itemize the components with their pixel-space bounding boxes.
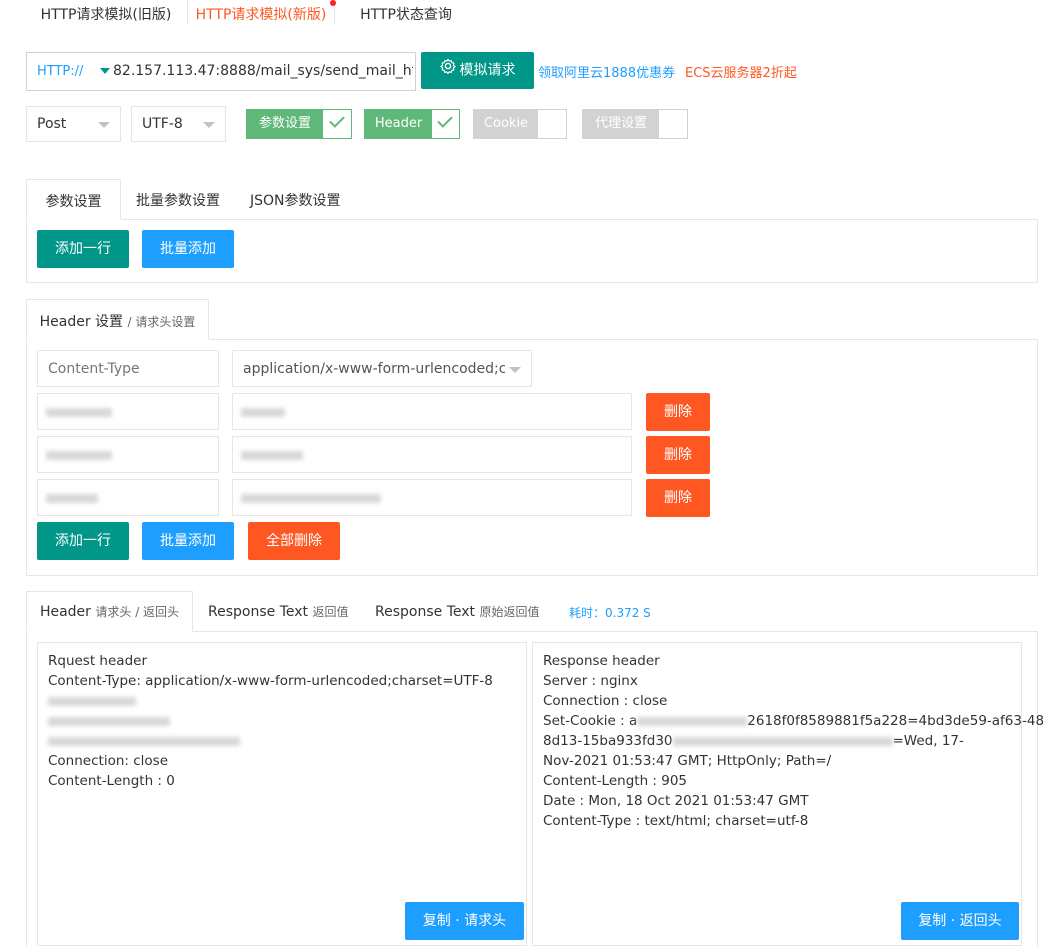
tab-raw-response-title: Response Text bbox=[375, 604, 476, 620]
aliyun-coupon-link[interactable]: 领取阿里云1888优惠券 bbox=[538, 62, 675, 81]
params-batch-add-button[interactable]: 批量添加 bbox=[142, 230, 234, 268]
request-header-box: Rquest header Content-Type: application/… bbox=[37, 642, 527, 946]
tab-headers[interactable]: Header 请求头 / 返回头 bbox=[26, 591, 193, 632]
delete-row-button[interactable]: 删除 bbox=[646, 479, 710, 517]
tab-params[interactable]: 参数设置 bbox=[26, 179, 121, 220]
header-key-input[interactable] bbox=[37, 479, 219, 516]
method-value: Post bbox=[37, 116, 67, 132]
set-cookie-line2-start: 8d13-15ba933fd30 bbox=[543, 733, 673, 749]
url-input[interactable]: 82.157.113.47:8888/mail_sys/send_mail_ht… bbox=[113, 63, 413, 79]
header-value-text: application/x-www-form-urlencoded;chars bbox=[243, 361, 505, 377]
chevron-down-icon bbox=[203, 122, 215, 128]
header-tab-subtitle: / 请求头设置 bbox=[127, 315, 196, 329]
request-header-title: Rquest header bbox=[48, 653, 147, 669]
tab-headers-title: Header bbox=[39, 604, 91, 620]
header-tab-title: Header 设置 bbox=[39, 314, 124, 330]
header-add-row-button[interactable]: 添加一行 bbox=[37, 522, 129, 560]
simulate-request-label: 模拟请求 bbox=[459, 62, 516, 79]
tab-headers-sub: 请求头 / 返回头 bbox=[95, 605, 180, 619]
switch-cookie[interactable]: Cookie bbox=[473, 109, 567, 139]
settings-icon bbox=[439, 52, 456, 89]
check-icon bbox=[437, 112, 453, 128]
tab-response-text[interactable]: Response Text 返回值 bbox=[208, 603, 348, 620]
ecs-promo-link[interactable]: ECS云服务器2折起 bbox=[685, 62, 797, 81]
switch-proxy-label: 代理设置 bbox=[583, 110, 659, 138]
response-header-line: Date : Mon, 18 Oct 2021 01:53:47 GMT bbox=[543, 793, 809, 809]
tab-header-settings[interactable]: Header 设置 / 请求头设置 bbox=[26, 299, 209, 340]
chevron-down-icon bbox=[509, 367, 521, 373]
header-key-input[interactable] bbox=[37, 436, 219, 473]
charset-select[interactable]: UTF-8 bbox=[131, 106, 226, 142]
set-cookie-line: Set-Cookie : a 2618f0f8589881f5a228=4bd3d… bbox=[543, 711, 1044, 731]
set-cookie-prefix: Set-Cookie : a bbox=[543, 713, 638, 729]
simulate-request-button[interactable]: 模拟请求 bbox=[421, 52, 534, 89]
request-header-line: Content-Length : 0 bbox=[48, 773, 175, 789]
response-header-title: Response header bbox=[543, 653, 660, 669]
response-header-box: Response header Server : nginx Connectio… bbox=[532, 642, 1044, 946]
switch-proxy[interactable]: 代理设置 bbox=[582, 109, 688, 139]
set-cookie-line3: Nov-2021 01:53:47 GMT; HttpOnly; Path=/ bbox=[543, 753, 832, 769]
redacted-block bbox=[672, 736, 893, 746]
header-value-input[interactable] bbox=[232, 393, 632, 430]
params-add-row-button[interactable]: 添加一行 bbox=[37, 230, 129, 268]
charset-value: UTF-8 bbox=[142, 116, 183, 132]
switch-cookie-label: Cookie bbox=[474, 110, 538, 138]
request-header-line: Content-Type: application/x-www-form-url… bbox=[48, 673, 493, 689]
header-batch-add-button[interactable]: 批量添加 bbox=[142, 522, 234, 560]
top-tab-bar: HTTP请求模拟(旧版) HTTP请求模拟(新版) HTTP状态查询 bbox=[0, 0, 1044, 25]
tab-raw-response[interactable]: Response Text 原始返回值 bbox=[375, 603, 539, 620]
tab-raw-response-sub: 原始返回值 bbox=[479, 605, 540, 619]
chevron-down-icon bbox=[98, 122, 110, 128]
delete-row-button[interactable]: 删除 bbox=[646, 436, 710, 474]
tab-http-status[interactable]: HTTP状态查询 bbox=[346, 0, 466, 25]
response-header-line: Content-Length : 905 bbox=[543, 773, 688, 789]
elapsed-time: 耗时：0.372 S bbox=[569, 606, 651, 620]
tab-http-new[interactable]: HTTP请求模拟(新版) bbox=[187, 0, 335, 25]
protocol-label[interactable]: HTTP:// bbox=[37, 64, 83, 79]
check-icon bbox=[329, 112, 345, 128]
url-input-group: HTTP:// 82.157.113.47:8888/mail_sys/send… bbox=[26, 52, 416, 91]
new-badge-dot bbox=[330, 0, 336, 6]
tab-response-text-title: Response Text bbox=[208, 604, 309, 620]
header-value-select[interactable]: application/x-www-form-urlencoded;chars bbox=[232, 350, 532, 387]
switch-header-label: Header bbox=[365, 110, 432, 138]
header-value-input[interactable] bbox=[232, 436, 632, 473]
tab-batch-params[interactable]: 批量参数设置 bbox=[136, 190, 220, 210]
set-cookie-middle: 2618f0f8589881f5a228=4bd3de59-af63-48b4- bbox=[747, 713, 1044, 729]
request-header-content: Rquest header Content-Type: application/… bbox=[48, 651, 493, 791]
response-header-line: Connection : close bbox=[543, 693, 668, 709]
method-select[interactable]: Post bbox=[26, 106, 121, 142]
header-value-input[interactable] bbox=[232, 479, 632, 516]
header-key-input[interactable] bbox=[37, 393, 219, 430]
switch-params[interactable]: 参数设置 bbox=[246, 109, 352, 139]
set-cookie-line2-end: =Wed, 17- bbox=[892, 733, 964, 749]
tab-response-text-sub: 返回值 bbox=[312, 605, 349, 619]
switch-params-label: 参数设置 bbox=[247, 110, 323, 138]
copy-request-header-button[interactable]: 复制 · 请求头 bbox=[405, 902, 524, 940]
switch-header[interactable]: Header bbox=[364, 109, 460, 139]
tab-http-old[interactable]: HTTP请求模拟(旧版) bbox=[26, 0, 186, 25]
delete-all-button[interactable]: 全部删除 bbox=[248, 522, 340, 560]
delete-row-button[interactable]: 删除 bbox=[646, 393, 710, 431]
set-cookie-line: 8d13-15ba933fd30 =Wed, 17- bbox=[543, 731, 1013, 751]
response-header-content: Response header Server : nginx Connectio… bbox=[543, 651, 1044, 831]
protocol-dropdown-icon[interactable] bbox=[100, 68, 110, 74]
response-header-line: Content-Type : text/html; charset=utf-8 bbox=[543, 813, 809, 829]
copy-response-header-button[interactable]: 复制 · 返回头 bbox=[901, 902, 1019, 940]
redacted-block bbox=[637, 716, 748, 726]
header-key-value: Content-Type bbox=[48, 361, 140, 377]
tab-json-params[interactable]: JSON参数设置 bbox=[250, 190, 341, 210]
request-header-line: Connection: close bbox=[48, 753, 168, 769]
header-key-input[interactable]: Content-Type bbox=[37, 350, 219, 387]
response-header-line: Server : nginx bbox=[543, 673, 638, 689]
